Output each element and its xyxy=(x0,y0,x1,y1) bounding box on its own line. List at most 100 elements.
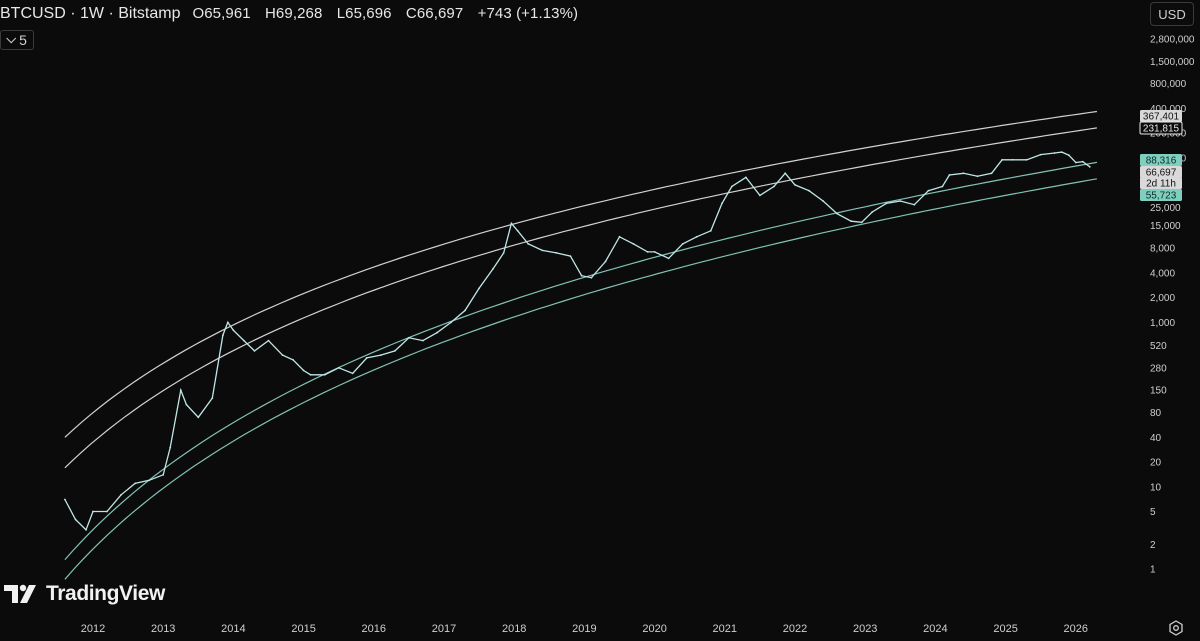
price-point xyxy=(632,243,635,245)
price-point xyxy=(1025,158,1028,161)
price-point xyxy=(120,493,122,496)
indicators-toggle-button[interactable]: 5 xyxy=(0,30,34,50)
price-point xyxy=(134,482,137,485)
price-point xyxy=(302,369,305,372)
close-value: C66,697 xyxy=(405,5,464,22)
price-point xyxy=(106,510,108,513)
price-point xyxy=(232,329,235,332)
x-tick-label: 2026 xyxy=(1064,623,1088,635)
price-point xyxy=(681,243,684,245)
price-tag-label: 367,401 xyxy=(1143,112,1180,123)
price-point xyxy=(990,172,993,175)
price-point xyxy=(836,212,838,215)
symbol-title[interactable]: BTCUSD · 1W · Bitstamp xyxy=(0,5,180,23)
price-point xyxy=(337,366,340,369)
price-point xyxy=(871,211,874,213)
price-point xyxy=(422,339,424,342)
y-tick-label: 40 xyxy=(1150,433,1162,444)
x-tick-label: 2025 xyxy=(993,623,1017,635)
price-point xyxy=(580,274,583,277)
high-value: H69,268 xyxy=(265,5,323,22)
price-point xyxy=(913,203,916,206)
price-point xyxy=(408,336,410,339)
symbol-header: BTCUSD · 1W · Bitstamp O65,961 H69,268 L… xyxy=(0,5,588,25)
price-point xyxy=(555,252,558,254)
price-point xyxy=(745,176,747,179)
currency-button[interactable]: USD xyxy=(1150,2,1194,26)
price-point xyxy=(292,359,294,361)
band-line-3 xyxy=(64,161,1098,561)
price-tag-label: 2d 11h xyxy=(1146,179,1176,190)
price-point xyxy=(860,221,863,224)
y-tick-label: 150 xyxy=(1150,386,1167,397)
band-line-4 xyxy=(64,178,1098,580)
x-tick-label: 2015 xyxy=(291,623,315,635)
y-tick-label: 520 xyxy=(1150,341,1167,352)
price-point xyxy=(243,339,245,342)
y-tick-label: 10 xyxy=(1150,482,1162,493)
price-point xyxy=(197,416,200,419)
price-point xyxy=(885,202,888,205)
price-point xyxy=(822,200,824,202)
indicator-count: 5 xyxy=(19,32,27,48)
y-tick-label: 2,800,000 xyxy=(1150,35,1195,46)
y-tick-label: 80 xyxy=(1150,408,1162,419)
price-point xyxy=(1088,165,1091,168)
price-point xyxy=(323,373,326,376)
y-tick-label: 1 xyxy=(1150,565,1156,576)
price-point xyxy=(148,479,151,482)
price-point xyxy=(85,528,87,531)
price-point xyxy=(1060,151,1063,154)
y-tick-label: 8,000 xyxy=(1150,244,1175,255)
x-tick-label: 2017 xyxy=(432,623,456,635)
price-point xyxy=(379,354,382,356)
price-point xyxy=(962,172,965,175)
low-value: L65,696 xyxy=(336,5,392,22)
price-point xyxy=(927,189,930,192)
chevron-down-icon xyxy=(6,32,17,43)
price-point xyxy=(351,372,354,375)
y-tick-label: 1,000 xyxy=(1150,318,1175,329)
price-point xyxy=(709,229,712,232)
x-tick-label: 2016 xyxy=(362,623,386,635)
y-tick-label: 20 xyxy=(1150,458,1162,469)
x-tick-label: 2018 xyxy=(502,623,526,635)
price-point xyxy=(590,276,593,279)
price-point xyxy=(394,350,396,352)
price-point xyxy=(436,331,438,334)
price-point xyxy=(1067,154,1070,157)
y-tick-label: 1,500,000 xyxy=(1150,57,1195,68)
price-point xyxy=(92,510,94,513)
price-point xyxy=(1011,158,1014,161)
price-tag-label: 55,723 xyxy=(1146,191,1177,202)
price-point xyxy=(784,172,787,175)
price-chart[interactable]: 2,800,0001,500,000800,000400,000200,0001… xyxy=(0,0,1200,641)
price-point xyxy=(527,243,530,245)
price-point xyxy=(721,202,723,205)
open-value: O65,961 xyxy=(192,5,251,22)
tradingview-logo: TradingView xyxy=(2,582,165,606)
price-point xyxy=(759,194,761,197)
price-point xyxy=(941,185,944,188)
y-tick-label: 4,000 xyxy=(1150,268,1175,279)
price-point xyxy=(541,249,544,252)
price-point xyxy=(667,257,670,260)
price-point xyxy=(211,397,214,399)
y-tick-label: 25,000 xyxy=(1150,203,1181,214)
change-value: +743 (+1.13%) xyxy=(477,5,579,22)
chart-window: 2,800,0001,500,000800,000400,000200,0001… xyxy=(0,0,1200,641)
price-point xyxy=(502,252,505,254)
settings-icon[interactable] xyxy=(1168,620,1184,636)
price-point xyxy=(169,446,172,449)
x-tick-label: 2021 xyxy=(713,623,737,635)
x-tick-label: 2022 xyxy=(783,623,807,635)
price-point xyxy=(309,373,312,376)
y-tick-label: 5 xyxy=(1150,507,1156,518)
price-point xyxy=(1081,160,1084,163)
price-tag-label: 231,815 xyxy=(1143,124,1180,135)
price-point xyxy=(850,220,853,223)
price-point xyxy=(162,473,165,476)
y-tick-label: 15,000 xyxy=(1150,221,1181,232)
price-point xyxy=(516,229,519,232)
price-point xyxy=(618,235,621,238)
